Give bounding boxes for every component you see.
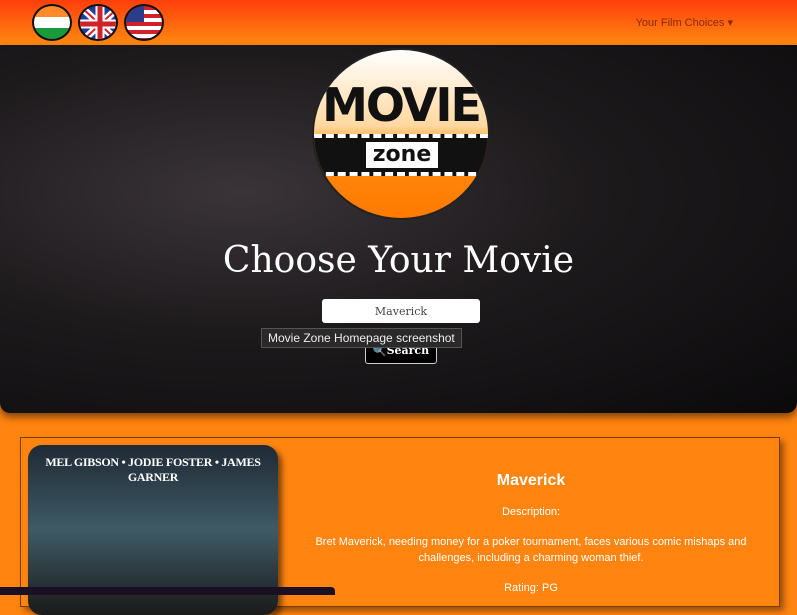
movie-title: Maverick — [496, 472, 566, 489]
navbar: Your Film Choices ▾ — [0, 0, 797, 45]
page-title: Choose Your Movie — [222, 240, 575, 281]
movie-zone-logo: MOVIE zone — [312, 48, 490, 220]
status-bar — [0, 587, 335, 595]
tooltip: Movie Zone Homepage screenshot — [261, 328, 462, 348]
uk-flag-icon[interactable] — [78, 4, 118, 41]
movie-rating: Rating: PG — [504, 582, 558, 594]
movie-search-input[interactable] — [322, 299, 480, 323]
india-flag-icon[interactable] — [32, 4, 72, 41]
us-flag-icon[interactable] — [124, 4, 164, 41]
description-label: Description: — [501, 506, 561, 518]
menu-label: Your Film Choices — [635, 17, 725, 29]
movie-card: MEL GIBSON • JODIE FOSTER • JAMES GARNER… — [20, 437, 780, 615]
film-choices-dropdown[interactable]: Your Film Choices ▾ — [636, 16, 733, 29]
movie-description: Bret Maverick, needing money for a poker… — [315, 536, 747, 564]
